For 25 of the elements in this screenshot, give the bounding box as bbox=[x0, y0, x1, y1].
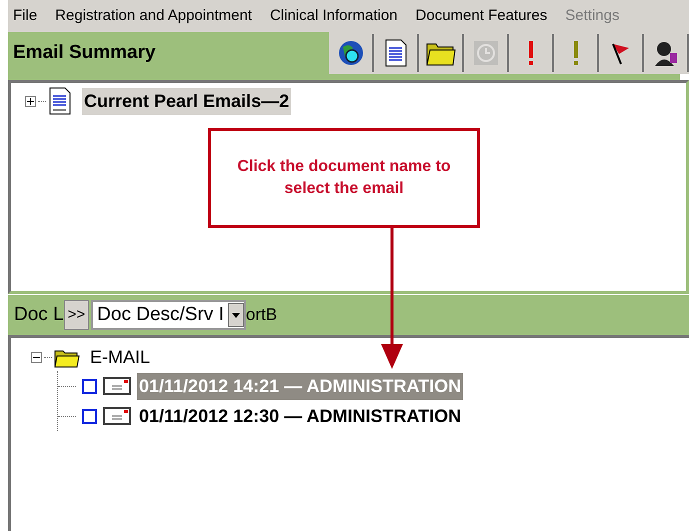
email-item[interactable]: 01/11/2012 12:30 — ADMINISTRATION bbox=[137, 402, 464, 430]
sort-label: ortB bbox=[246, 304, 278, 326]
checkbox[interactable] bbox=[82, 408, 97, 424]
document-icon bbox=[48, 87, 72, 115]
menu-item[interactable]: Registration and Appointment bbox=[55, 4, 252, 28]
tree-item[interactable]: Current Pearl Emails—2 bbox=[82, 88, 292, 114]
expand-toggle[interactable] bbox=[25, 96, 36, 106]
panel-title: Email Summary bbox=[12, 40, 157, 65]
doc-label: Doc L bbox=[13, 302, 64, 327]
envelope-icon bbox=[103, 377, 131, 395]
checkbox[interactable] bbox=[82, 378, 97, 394]
sort-dropdown[interactable]: Doc Desc/Srv I bbox=[91, 300, 246, 330]
envelope-icon bbox=[103, 407, 131, 425]
callout-text: Click the document name to select the email bbox=[236, 157, 452, 199]
menu-item[interactable]: Document Features bbox=[416, 4, 548, 28]
tree-item[interactable]: E-MAIL bbox=[90, 344, 150, 371]
menu-item[interactable]: File bbox=[13, 4, 38, 28]
menu-item[interactable]: Clinical Information bbox=[270, 4, 398, 28]
globe-icon bbox=[336, 39, 364, 67]
clock-icon bbox=[472, 39, 500, 67]
folder-icon bbox=[54, 348, 80, 368]
collapse-toggle[interactable] bbox=[31, 352, 42, 363]
document-icon bbox=[384, 39, 408, 67]
caret-icon bbox=[232, 312, 240, 318]
expand-button[interactable]: >> bbox=[64, 300, 90, 330]
